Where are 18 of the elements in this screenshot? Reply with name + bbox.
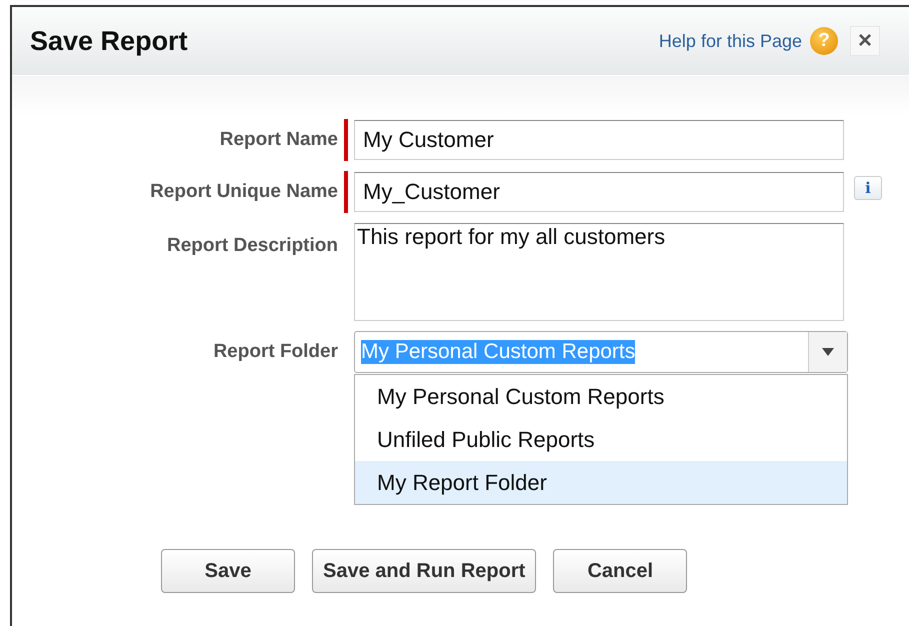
input-field[interactable]: My Customer: [354, 120, 844, 160]
textarea-field[interactable]: This report for my all customers: [354, 223, 844, 321]
dropdown-option[interactable]: My Personal Custom Reports: [355, 375, 847, 418]
dropdown-option[interactable]: Unfiled Public Reports: [355, 418, 847, 461]
dialog-title: Save Report: [30, 26, 188, 56]
input-field[interactable]: My_Customer: [354, 172, 844, 212]
field-label: Report Folder: [212, 341, 338, 363]
info-button[interactable]: i: [854, 176, 882, 200]
dialog-button[interactable]: Cancel: [553, 549, 688, 593]
close-button[interactable]: ×: [850, 26, 880, 56]
field-label: Report Unique Name: [149, 181, 338, 203]
dialog-button[interactable]: Save and Run Report: [312, 549, 536, 593]
field-label: Report Name: [218, 129, 338, 151]
help-link[interactable]: Help for this Page: [658, 30, 802, 52]
dropdown-arrow-icon: [821, 347, 835, 357]
dropdown-option[interactable]: My Report Folder: [355, 461, 847, 504]
field-label: Report Description: [166, 235, 338, 257]
dialog-button[interactable]: Save: [161, 549, 295, 593]
